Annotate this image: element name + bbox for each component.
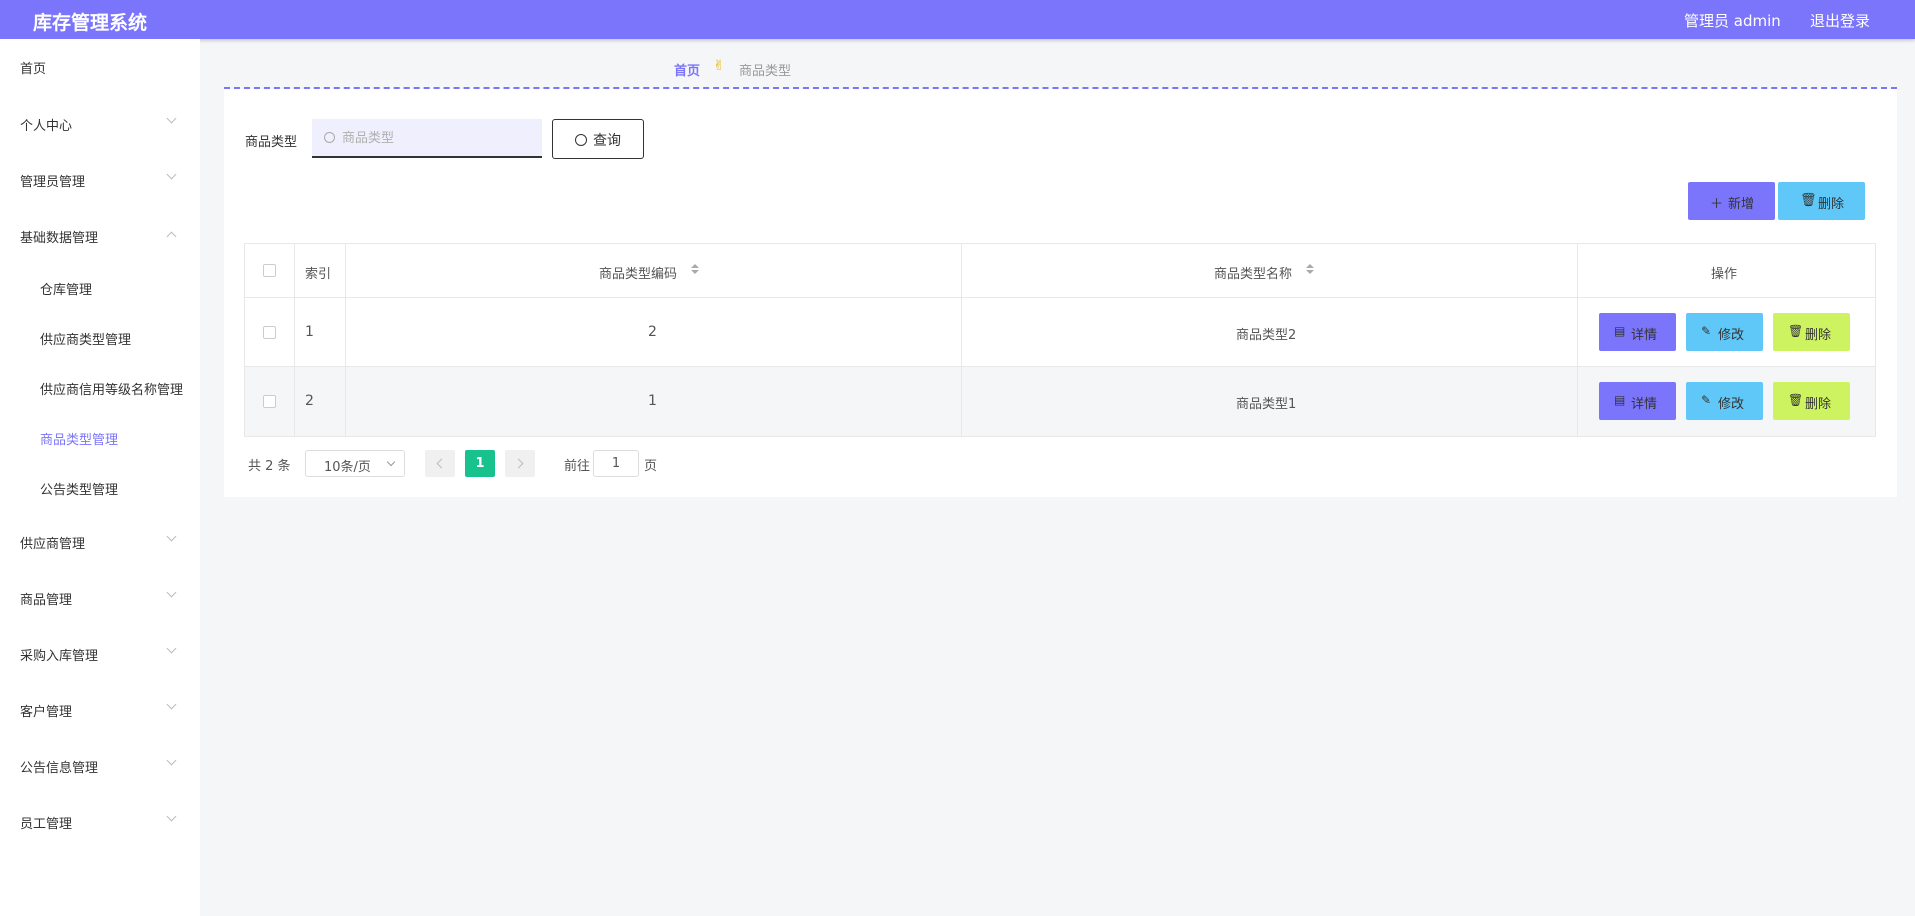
trash-icon: 🗑: [1788, 324, 1804, 338]
prev-page-button[interactable]: [425, 450, 455, 477]
document-icon: ▤: [1614, 324, 1626, 338]
sidebar-item-personal-center[interactable]: 个人中心: [20, 115, 72, 134]
cell-code: 2: [648, 324, 657, 340]
page-suffix: 页: [644, 459, 658, 474]
sidebar-item-supplier-type[interactable]: 供应商类型管理: [40, 329, 131, 348]
sidebar: 首页 个人中心 管理员管理 基础数据管理 仓库管理 供应商类型管理 供应商信用等…: [0, 39, 200, 916]
app-title: 库存管理系统: [33, 12, 148, 34]
sidebar-item-basic-data[interactable]: 基础数据管理: [20, 227, 98, 246]
pencil-icon: ✎: [1701, 324, 1712, 338]
table-header-row: 索引 商品类型编码 商品类型名称 操作: [245, 244, 1875, 298]
chevron-down-icon: [166, 113, 177, 124]
sidebar-item-supplier[interactable]: 供应商管理: [20, 533, 85, 552]
add-button[interactable]: ＋ 新增: [1688, 182, 1775, 220]
sidebar-item-notice-type[interactable]: 公告类型管理: [40, 479, 118, 498]
query-button-label: 查询: [593, 133, 621, 149]
search-box: [312, 119, 542, 158]
header-ops: 操作: [1711, 267, 1738, 282]
goto-page-input[interactable]: [593, 450, 639, 477]
batch-delete-button-label: 删除: [1818, 197, 1845, 212]
breadcrumb-current: 商品类型: [739, 64, 792, 79]
chevron-down-icon: [166, 643, 177, 654]
row-checkbox[interactable]: [263, 395, 276, 408]
delete-button[interactable]: 🗑 删除: [1773, 382, 1850, 420]
chevron-down-icon: [166, 169, 177, 180]
select-all-checkbox[interactable]: [263, 264, 276, 277]
column-divider: [345, 244, 346, 436]
chevron-down-icon: [166, 755, 177, 766]
chevron-down-icon: [386, 457, 396, 467]
search-input[interactable]: [342, 127, 532, 149]
edit-button[interactable]: ✎ 修改: [1686, 313, 1763, 351]
row-checkbox[interactable]: [263, 326, 276, 339]
sidebar-item-admin-management[interactable]: 管理员管理: [20, 171, 85, 190]
pagination-total: 共 2 条: [248, 459, 291, 474]
page-size-select[interactable]: 10条/页: [305, 450, 405, 477]
edit-button[interactable]: ✎ 修改: [1686, 382, 1763, 420]
trash-icon: 🗑: [1788, 393, 1804, 407]
search-icon: [575, 134, 587, 146]
cell-index: 2: [305, 393, 314, 409]
logout-link[interactable]: 退出登录: [1810, 10, 1870, 31]
sidebar-item-home[interactable]: 首页: [20, 58, 46, 77]
header-index: 索引: [305, 267, 332, 282]
page-size-value: 10条/页: [324, 460, 371, 475]
cell-code: 1: [648, 393, 657, 409]
sidebar-item-purchase-inbound[interactable]: 采购入库管理: [20, 645, 98, 664]
sidebar-item-warehouse[interactable]: 仓库管理: [40, 279, 92, 298]
table-row: 2 1 商品类型1 ▤ 详情 ✎ 修改 🗑 删除: [245, 367, 1875, 436]
document-icon: ▤: [1614, 393, 1626, 407]
next-page-button[interactable]: [505, 450, 535, 477]
sidebar-item-supplier-credit-level[interactable]: 供应商信用等级名称管理: [40, 379, 183, 398]
column-divider: [294, 244, 295, 436]
chevron-up-icon: [166, 231, 177, 242]
detail-button-label: 详情: [1631, 328, 1658, 343]
data-table: 索引 商品类型编码 商品类型名称 操作 1 2 商品类型2 ▤ 详情 ✎ 修改 …: [244, 243, 1876, 437]
sidebar-item-customer[interactable]: 客户管理: [20, 701, 72, 720]
detail-button[interactable]: ▤ 详情: [1599, 313, 1676, 351]
chevron-down-icon: [166, 699, 177, 710]
delete-button[interactable]: 🗑 删除: [1773, 313, 1850, 351]
batch-delete-button[interactable]: 🗑 删除: [1778, 182, 1865, 220]
breadcrumb-home[interactable]: 首页: [674, 60, 700, 79]
detail-button[interactable]: ▤ 详情: [1599, 382, 1676, 420]
search-icon: [324, 132, 335, 143]
column-divider: [961, 244, 962, 436]
trash-icon: 🗑: [1800, 193, 1817, 208]
cell-name: 商品类型2: [1236, 328, 1297, 343]
table-row: 1 2 商品类型2 ▤ 详情 ✎ 修改 🗑 删除: [245, 298, 1875, 367]
detail-button-label: 详情: [1631, 397, 1658, 412]
cell-name: 商品类型1: [1236, 397, 1297, 412]
top-header: 库存管理系统 管理员 admin 退出登录: [0, 0, 1915, 39]
edit-button-label: 修改: [1718, 328, 1745, 343]
search-label: 商品类型: [245, 135, 298, 150]
plus-icon: ＋: [1710, 197, 1724, 212]
chevron-down-icon: [166, 531, 177, 542]
query-button[interactable]: 查询: [552, 119, 644, 159]
sidebar-item-employee[interactable]: 员工管理: [20, 813, 72, 832]
goto-label: 前往: [564, 459, 591, 474]
sidebar-item-product-type[interactable]: 商品类型管理: [40, 429, 118, 448]
admin-label: 管理员 admin: [1684, 12, 1781, 30]
sidebar-item-product[interactable]: 商品管理: [20, 589, 72, 608]
header-name[interactable]: 商品类型名称: [1214, 263, 1292, 282]
column-divider: [1577, 244, 1578, 436]
hand-icon: ✌: [713, 58, 725, 74]
pencil-icon: ✎: [1701, 393, 1712, 407]
cell-index: 1: [305, 324, 314, 340]
chevron-down-icon: [166, 811, 177, 822]
edit-button-label: 修改: [1718, 397, 1745, 412]
header-code[interactable]: 商品类型编码: [599, 263, 677, 282]
sort-icon[interactable]: [1306, 264, 1314, 276]
chevron-down-icon: [166, 587, 177, 598]
delete-button-label: 删除: [1805, 328, 1832, 343]
sidebar-item-notice-info[interactable]: 公告信息管理: [20, 757, 98, 776]
add-button-label: 新增: [1728, 197, 1755, 212]
sort-icon[interactable]: [691, 264, 699, 276]
delete-button-label: 删除: [1805, 397, 1832, 412]
page-number-current[interactable]: 1: [465, 450, 495, 477]
